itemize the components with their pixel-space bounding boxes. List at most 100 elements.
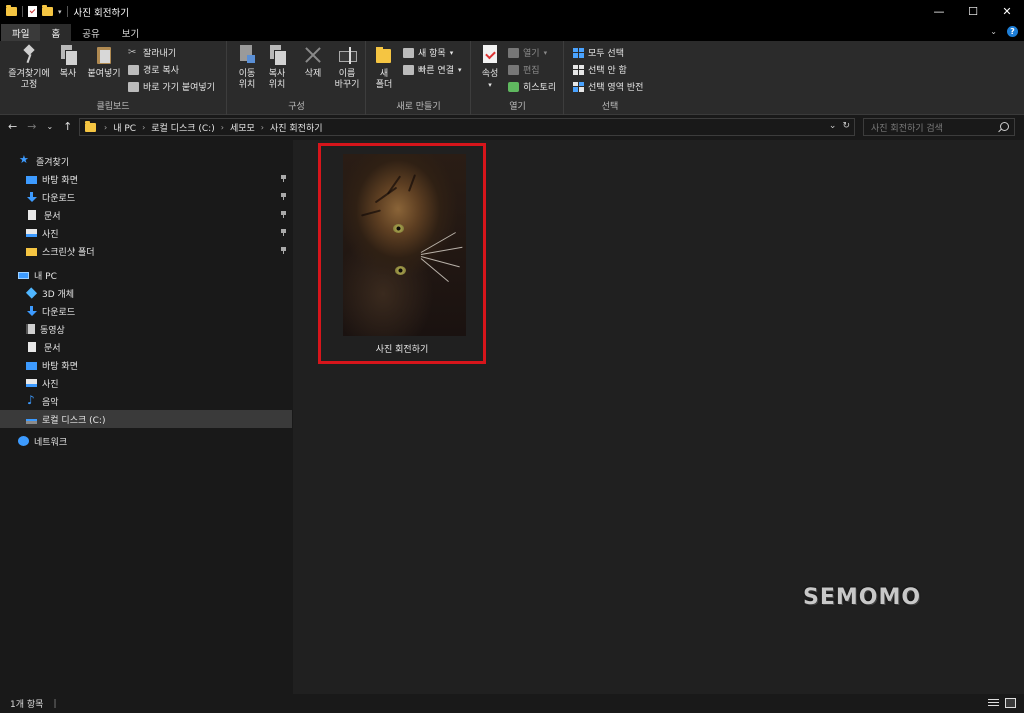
breadcrumb-local-disk[interactable]: 로컬 디스크 (C:): [151, 121, 214, 134]
close-button[interactable]: ✕: [990, 0, 1024, 23]
select-all-button[interactable]: 모두 선택: [573, 46, 624, 59]
nav-quick-access[interactable]: 즐겨찾기: [0, 152, 292, 170]
copy-to-icon: [268, 45, 287, 66]
ribbon-collapse-icon[interactable]: ⌄: [990, 27, 997, 36]
easy-access-button[interactable]: 빠른 연결 ▾: [403, 63, 462, 76]
computer-icon: [18, 271, 29, 279]
nav-this-pc[interactable]: 내 PC: [0, 266, 292, 284]
paste-button[interactable]: 붙여넣기: [85, 45, 123, 80]
paste-shortcut-button[interactable]: 바로 가기 붙여넣기: [128, 80, 215, 93]
history-button[interactable]: 히스토리: [508, 80, 556, 93]
nav-pc-pictures[interactable]: 사진: [0, 374, 292, 392]
breadcrumb-current-folder[interactable]: 사진 회전하기: [270, 121, 323, 134]
search-icon[interactable]: [1000, 122, 1009, 131]
invert-selection-button[interactable]: 선택 영역 반전: [573, 80, 643, 93]
move-icon: [238, 45, 256, 65]
new-folder-icon[interactable]: [42, 5, 53, 16]
forward-arrow-icon[interactable]: →: [27, 120, 36, 133]
select-none-button[interactable]: 선택 안 함: [573, 63, 627, 76]
shortcut-icon: [128, 81, 139, 92]
ribbon-tabs: 파일 홈 공유 보기 ⌄ ?: [0, 23, 1024, 41]
download-icon: [26, 306, 37, 316]
navigation-pane: 즐겨찾기 바탕 화면 다운로드 문서 사진 스크린샷 폴더 내 PC 3D 개체…: [0, 140, 292, 694]
chevron-right-icon[interactable]: ›: [221, 123, 224, 132]
nav-network[interactable]: 네트워크: [0, 432, 292, 450]
maximize-button[interactable]: ☐: [956, 0, 990, 23]
chevron-right-icon[interactable]: ›: [261, 123, 264, 132]
desktop-icon: [26, 175, 37, 184]
nav-quick-downloads[interactable]: 다운로드: [0, 188, 292, 206]
back-arrow-icon[interactable]: ←: [8, 120, 17, 133]
search-input[interactable]: 사진 회전하기 검색: [863, 118, 1015, 136]
chevron-right-icon[interactable]: ›: [104, 123, 107, 132]
refresh-icon[interactable]: ↻: [842, 121, 850, 131]
open-button[interactable]: 열기 ▾: [508, 46, 547, 59]
new-group: 새 폴더 새 항목 ▾ 빠른 연결 ▾ 새로 만들기: [367, 41, 471, 115]
file-item[interactable]: 사진 회전하기: [318, 143, 486, 364]
help-icon[interactable]: ?: [1007, 26, 1018, 37]
pin-to-quick-access-button[interactable]: 즐겨찾기에 고정: [5, 45, 53, 91]
delete-button[interactable]: 삭제: [300, 45, 326, 80]
group-label: 클립보드: [96, 102, 130, 112]
select-none-icon: [573, 64, 584, 75]
nav-pc-documents[interactable]: 문서: [0, 338, 292, 356]
properties-button[interactable]: 속성 ▾: [478, 45, 502, 91]
clipboard-group: 즐겨찾기에 고정 복사 붙여넣기 ✂ 잘라내기 경로 복사 바로 가기 붙여넣기…: [0, 41, 227, 115]
address-dropdown-icon[interactable]: ⌄: [829, 121, 837, 131]
edit-button[interactable]: 편집: [508, 63, 540, 76]
copy-button[interactable]: 복사: [56, 45, 80, 80]
search-placeholder: 사진 회전하기 검색: [871, 123, 943, 134]
nav-quick-pictures[interactable]: 사진: [0, 224, 292, 242]
group-label: 새로 만들기: [396, 102, 441, 112]
easy-access-icon: [403, 64, 414, 75]
properties-icon[interactable]: [28, 6, 37, 17]
breadcrumb-semomo[interactable]: 세모모: [230, 121, 255, 134]
organize-group: 이동 위치 복사 위치 삭제 이름 바꾸기 구성: [228, 41, 366, 115]
new-item-button[interactable]: 새 항목 ▾: [403, 46, 453, 59]
pin-icon: [281, 211, 286, 218]
folder-icon: [26, 248, 37, 256]
move-to-button[interactable]: 이동 위치: [232, 45, 262, 91]
nav-quick-desktop[interactable]: 바탕 화면: [0, 170, 292, 188]
new-folder-button[interactable]: 새 폴더: [371, 45, 397, 91]
breadcrumb-this-pc[interactable]: 내 PC: [113, 121, 136, 134]
chevron-down-icon: ▾: [543, 48, 548, 57]
tab-file[interactable]: 파일: [1, 24, 41, 41]
nav-pc-videos[interactable]: 동영상: [0, 320, 292, 338]
file-view[interactable]: 사진 회전하기 SEMOMO: [293, 140, 1024, 694]
title-bar: ▾ 사진 회전하기 — ☐ ✕: [0, 0, 1024, 23]
recent-locations-icon[interactable]: ⌄: [46, 122, 53, 131]
address-row: ← → ⌄ ↑ › 내 PC › 로컬 디스크 (C:) › 세모모 › 사진 …: [0, 116, 1024, 138]
nav-pc-music[interactable]: 음악: [0, 392, 292, 410]
up-arrow-icon[interactable]: ↑: [63, 120, 72, 133]
large-icons-view-icon[interactable]: [1005, 698, 1016, 708]
copy-to-button[interactable]: 복사 위치: [262, 45, 292, 91]
cat-eye: [395, 266, 406, 275]
cat-eye: [393, 224, 404, 233]
details-view-icon[interactable]: [988, 698, 999, 708]
cut-button[interactable]: ✂ 잘라내기: [128, 46, 176, 59]
nav-pc-local-disk[interactable]: 로컬 디스크 (C:): [0, 410, 292, 428]
rename-button[interactable]: 이름 바꾸기: [330, 45, 364, 91]
minimize-button[interactable]: —: [922, 0, 956, 23]
chevron-right-icon[interactable]: ›: [142, 123, 145, 132]
cat-photo: [343, 154, 466, 336]
star-icon: [19, 153, 31, 166]
music-icon: [26, 393, 37, 407]
nav-pc-downloads[interactable]: 다운로드: [0, 302, 292, 320]
tab-share[interactable]: 공유: [71, 24, 110, 41]
address-bar[interactable]: › 내 PC › 로컬 디스크 (C:) › 세모모 › 사진 회전하기 ⌄ ↻: [79, 118, 855, 136]
tab-view[interactable]: 보기: [111, 24, 150, 41]
network-icon: [18, 436, 29, 446]
select-group: 모두 선택 선택 안 함 선택 영역 반전 선택: [565, 41, 655, 115]
customize-dropdown-icon[interactable]: ▾: [58, 8, 62, 16]
image-thumbnail: [343, 154, 466, 336]
tab-home[interactable]: 홈: [40, 24, 72, 41]
nav-pc-3d-objects[interactable]: 3D 개체: [0, 284, 292, 302]
nav-pc-desktop[interactable]: 바탕 화면: [0, 356, 292, 374]
nav-quick-screenshots[interactable]: 스크린샷 폴더: [0, 242, 292, 260]
folder-icon: [85, 120, 96, 132]
pin-icon: [281, 229, 286, 236]
nav-quick-documents[interactable]: 문서: [0, 206, 292, 224]
copy-path-button[interactable]: 경로 복사: [128, 63, 179, 76]
